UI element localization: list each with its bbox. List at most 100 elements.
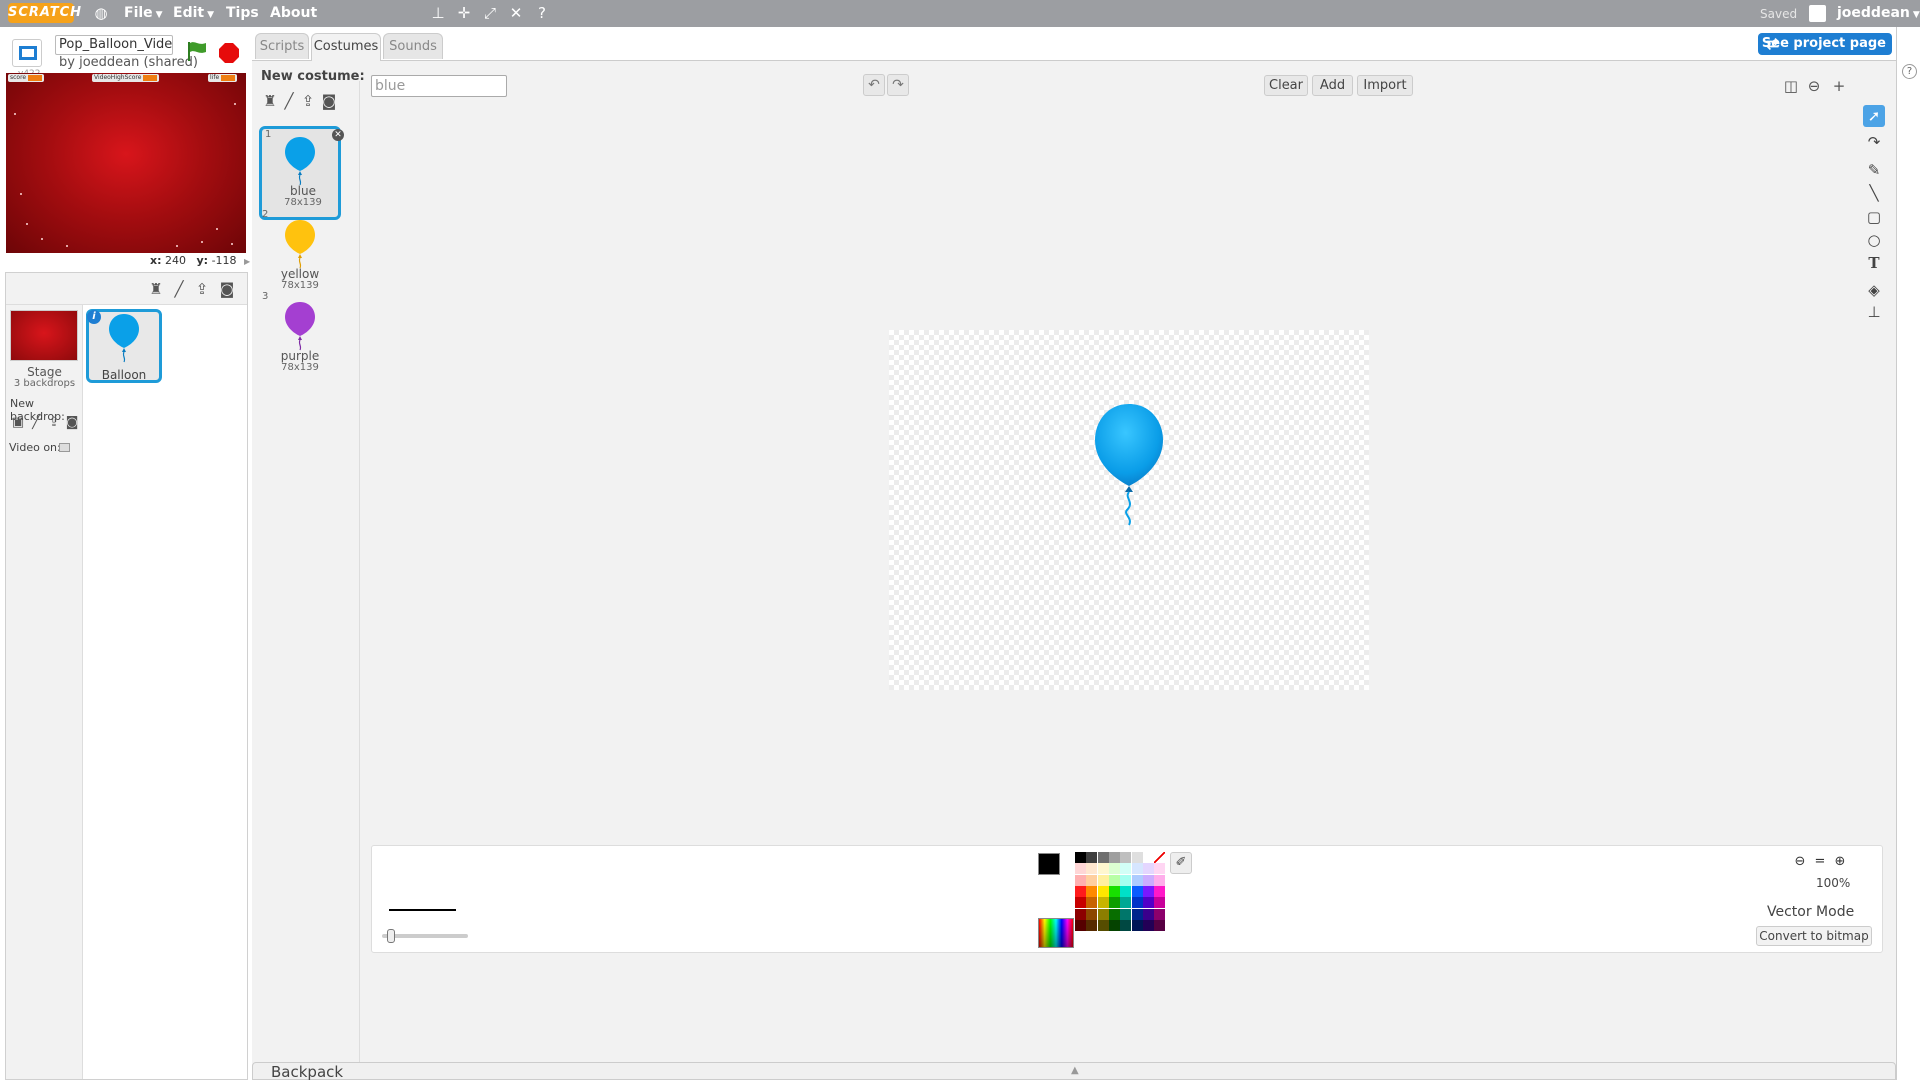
color-swatch[interactable] xyxy=(1075,874,1086,886)
color-swatch[interactable] xyxy=(1142,908,1154,920)
choose-backdrop-icon[interactable]: ▣ xyxy=(8,413,28,433)
paint-costume-icon[interactable]: ╱ xyxy=(279,91,299,111)
tab-sounds[interactable]: Sounds xyxy=(383,33,443,59)
account-menu[interactable]: joeddean ▼ xyxy=(1837,0,1920,27)
shrink-icon[interactable]: ✕ xyxy=(507,4,525,22)
color-swatch[interactable] xyxy=(1097,874,1109,886)
see-project-page-button[interactable]: ⇄ See project page xyxy=(1758,33,1892,55)
choose-sprite-icon[interactable]: ♜ xyxy=(146,279,166,299)
color-swatch[interactable] xyxy=(1108,852,1120,863)
text-tool-icon[interactable]: T xyxy=(1863,252,1885,274)
color-swatch[interactable] xyxy=(1097,908,1109,920)
color-swatch[interactable] xyxy=(1154,908,1166,920)
color-swatch[interactable] xyxy=(1120,897,1132,909)
color-swatch[interactable] xyxy=(1131,908,1143,920)
color-swatch[interactable] xyxy=(1120,908,1132,920)
reshape-tool-icon[interactable]: ↷ xyxy=(1863,131,1885,153)
color-swatch[interactable] xyxy=(1075,852,1086,863)
project-title-input[interactable]: Pop_Balloon_Vide xyxy=(55,35,173,55)
delete-costume-button[interactable]: ✕ xyxy=(332,129,344,141)
color-swatch[interactable] xyxy=(1108,908,1120,920)
color-swatch[interactable] xyxy=(1086,863,1098,875)
color-swatch[interactable] xyxy=(1086,852,1098,863)
help-block-icon[interactable]: ? xyxy=(533,4,551,22)
color-swatch[interactable] xyxy=(1131,874,1143,886)
color-swatch[interactable] xyxy=(1120,919,1132,931)
camera-icon[interactable]: ◙ xyxy=(62,413,82,433)
color-swatch[interactable] xyxy=(1131,897,1143,909)
stage-collapse-icon[interactable]: ▶ xyxy=(244,257,250,266)
green-flag-icon[interactable] xyxy=(186,41,208,61)
clear-button[interactable]: Clear xyxy=(1264,75,1308,96)
ellipse-tool-icon[interactable]: ○ xyxy=(1863,229,1885,251)
globe-icon[interactable]: ◍ xyxy=(92,4,110,22)
zoom-out-icon[interactable]: ⊖ xyxy=(1790,852,1810,872)
color-swatch[interactable] xyxy=(1097,897,1109,909)
fill-tool-icon[interactable]: ◈ xyxy=(1863,279,1885,301)
color-swatch[interactable] xyxy=(1075,863,1086,875)
import-button[interactable]: Import xyxy=(1357,75,1413,96)
color-swatch[interactable] xyxy=(1108,897,1120,909)
color-swatch[interactable] xyxy=(1086,908,1098,920)
costume-name-input[interactable]: blue xyxy=(371,75,507,97)
flip-horizontal-icon[interactable]: ◫ xyxy=(1780,75,1802,97)
select-tool-icon[interactable]: ➚ xyxy=(1863,105,1885,127)
set-center-icon[interactable]: + xyxy=(1828,75,1850,97)
tab-costumes[interactable]: Costumes xyxy=(311,33,381,61)
presentation-mode-button[interactable] xyxy=(12,39,42,67)
color-swatch[interactable] xyxy=(1154,863,1166,875)
scratch-logo[interactable]: SCRATCH xyxy=(8,3,81,23)
avatar[interactable] xyxy=(1809,5,1826,22)
expand-arrow-icon[interactable]: ▲ xyxy=(1071,1065,1079,1076)
camera-icon[interactable]: ◙ xyxy=(319,91,339,111)
help-button[interactable]: ? xyxy=(1902,64,1917,79)
stage-canvas[interactable]: score VideoHighScore life xyxy=(6,73,246,253)
stage-thumbnail[interactable] xyxy=(10,310,78,361)
color-swatch[interactable] xyxy=(1142,885,1154,897)
color-swatch[interactable] xyxy=(1075,919,1086,931)
color-swatch[interactable] xyxy=(1086,874,1098,886)
flip-vertical-icon[interactable]: ⊖ xyxy=(1803,75,1825,97)
cut-icon[interactable]: ✛ xyxy=(455,4,473,22)
costume-item[interactable]: 1 ✕ blue 78x139 xyxy=(259,126,344,220)
convert-to-bitmap-button[interactable]: Convert to bitmap xyxy=(1756,926,1872,946)
upload-costume-icon[interactable]: ⇪ xyxy=(298,91,318,111)
color-swatch[interactable] xyxy=(1097,852,1109,863)
upload-sprite-icon[interactable]: ⇪ xyxy=(192,279,212,299)
choose-costume-icon[interactable]: ♜ xyxy=(260,91,280,111)
video-toggle[interactable] xyxy=(59,443,70,452)
grow-icon[interactable]: ⤢ xyxy=(481,4,499,22)
color-swatch[interactable] xyxy=(1142,852,1154,863)
color-swatch[interactable] xyxy=(1131,852,1143,863)
color-swatch[interactable] xyxy=(1086,897,1098,909)
color-swatch[interactable] xyxy=(1120,874,1132,886)
paint-sprite-icon[interactable]: ╱ xyxy=(169,279,189,299)
color-swatch[interactable] xyxy=(1131,885,1143,897)
costume-item[interactable]: 3 purple 78x139 xyxy=(259,291,341,385)
color-palette[interactable] xyxy=(1075,852,1166,940)
camera-icon[interactable]: ◙ xyxy=(217,279,237,299)
backpack-bar[interactable]: Backpack ▲ xyxy=(252,1062,1896,1080)
paint-backdrop-icon[interactable]: ╱ xyxy=(26,413,46,433)
color-swatch[interactable] xyxy=(1120,885,1132,897)
rectangle-tool-icon[interactable]: ▢ xyxy=(1863,206,1885,228)
color-swatch[interactable] xyxy=(1142,874,1154,886)
color-swatch[interactable] xyxy=(1154,919,1166,931)
color-swatch[interactable] xyxy=(1154,874,1166,886)
color-swatch[interactable] xyxy=(1097,863,1109,875)
color-swatch[interactable] xyxy=(1131,919,1143,931)
color-swatch[interactable] xyxy=(1075,897,1086,909)
sprite-info-button[interactable]: i xyxy=(87,310,101,324)
color-swatch[interactable] xyxy=(1131,863,1143,875)
line-tool-icon[interactable]: ╲ xyxy=(1863,182,1885,204)
color-swatch[interactable] xyxy=(1108,874,1120,886)
tab-scripts[interactable]: Scripts xyxy=(255,33,309,59)
redo-button[interactable]: ↷ xyxy=(887,74,909,96)
color-swatch[interactable] xyxy=(1108,919,1120,931)
about-menu[interactable]: About xyxy=(270,0,317,27)
color-swatch[interactable] xyxy=(1086,919,1098,931)
paint-canvas[interactable] xyxy=(889,330,1369,690)
stamp-tool-icon[interactable]: ⊥ xyxy=(1863,301,1885,323)
add-button[interactable]: Add xyxy=(1312,75,1353,96)
stroke-width-slider-knob[interactable] xyxy=(387,929,395,943)
